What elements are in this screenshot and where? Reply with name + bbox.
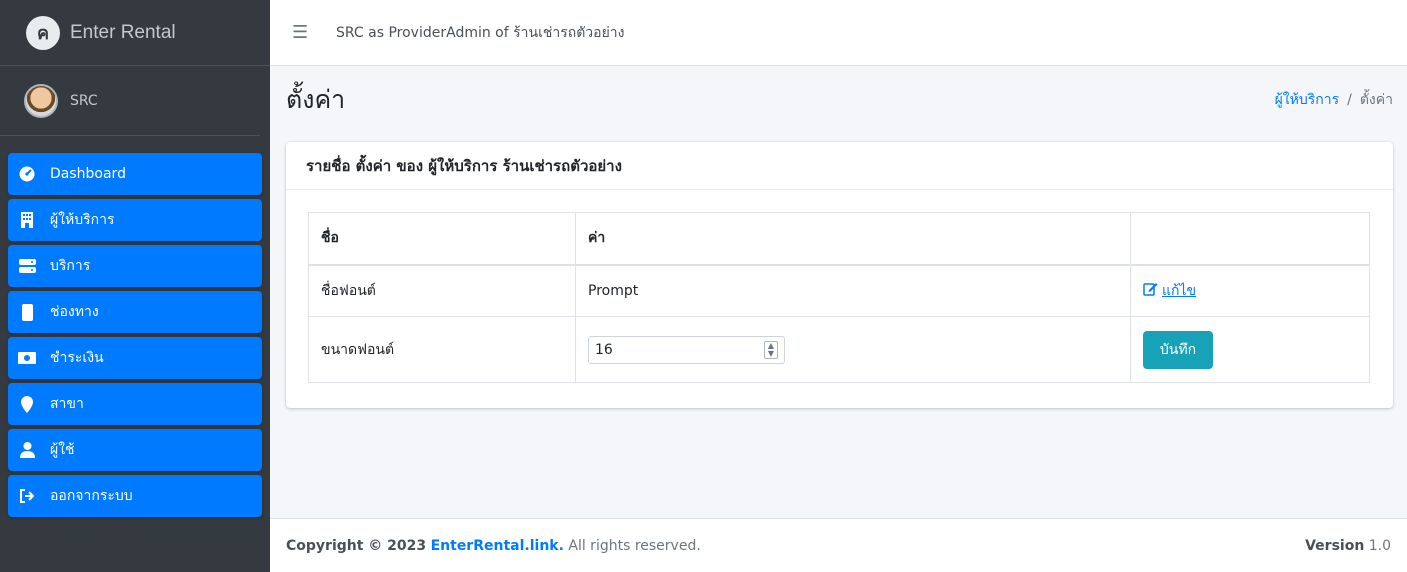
font-size-input[interactable]: 16 ▲ ▼ <box>588 335 785 364</box>
server-icon <box>18 257 36 275</box>
footer-version: Version 1.0 <box>1305 538 1391 554</box>
setting-value-cell: 16 ▲ ▼ <box>575 316 1131 383</box>
breadcrumb-current: ตั้งค่า <box>1359 92 1393 108</box>
sidebar-nav: Dashboard ผู้ให้บริการ บริการ ช่องทาง ชำ… <box>0 136 270 517</box>
table-header-row: ชื่อ ค่า <box>308 212 1370 266</box>
footer-site-link[interactable]: EnterRental.link. <box>431 538 564 554</box>
sidebar-item-providers[interactable]: ผู้ให้บริการ <box>8 199 262 241</box>
mobile-icon <box>18 303 36 321</box>
top-navbar: ☰ SRC as ProviderAdmin of ร้านเช่ารถตัวอ… <box>270 0 1407 66</box>
sidebar-item-services[interactable]: บริการ <box>8 245 262 287</box>
brand[interactable]: ค Enter Rental <box>0 0 270 66</box>
setting-action: บันทึก <box>1130 316 1370 383</box>
brand-name: Enter Rental <box>70 21 176 43</box>
font-size-input-value: 16 <box>595 341 613 358</box>
money-icon <box>18 349 36 367</box>
breadcrumb-separator: / <box>1347 92 1352 108</box>
table-row: ชื่อฟอนต์ Prompt แก้ไข <box>308 264 1370 317</box>
setting-value: Prompt <box>575 264 1131 317</box>
version-label: Version <box>1305 537 1365 554</box>
column-header-action <box>1130 212 1370 266</box>
setting-name: ชื่อฟอนต์ <box>308 264 576 317</box>
footer-copyright: Copyright © 2023 EnterRental.link. All r… <box>286 538 701 554</box>
breadcrumb-link-providers[interactable]: ผู้ให้บริการ <box>1275 92 1340 108</box>
edit-link[interactable]: แก้ไข <box>1143 280 1357 302</box>
edit-icon <box>1143 281 1158 300</box>
logout-icon <box>18 487 36 505</box>
sidebar-item-label: ช่องทาง <box>50 304 99 320</box>
sidebar-item-label: ชำระเงิน <box>50 350 104 366</box>
sidebar-item-branches[interactable]: สาขา <box>8 383 262 425</box>
card-title: รายชื่อ ตั้งค่า ของ ผู้ให้บริการ ร้านเช่… <box>286 142 1393 190</box>
map-marker-icon <box>18 395 36 413</box>
sidebar-item-users[interactable]: ผู้ใช้ <box>8 429 262 471</box>
hamburger-menu-icon[interactable]: ☰ <box>292 22 310 43</box>
card-body: ชื่อ ค่า ชื่อฟอนต์ Prompt แก้ไข ขนาดฟอนต… <box>286 190 1393 383</box>
footer: Copyright © 2023 EnterRental.link. All r… <box>270 518 1407 572</box>
avatar <box>24 83 58 118</box>
settings-table: ชื่อ ค่า ชื่อฟอนต์ Prompt แก้ไข ขนาดฟอนต… <box>308 212 1370 383</box>
column-header-name: ชื่อ <box>308 212 576 266</box>
user-name: SRC <box>70 92 98 109</box>
setting-action: แก้ไข <box>1130 264 1370 317</box>
sidebar-item-label: ผู้ให้บริการ <box>50 212 115 228</box>
copyright-suffix: All rights reserved. <box>568 537 701 554</box>
dashboard-icon <box>18 165 36 183</box>
sidebar: ค Enter Rental SRC Dashboard ผู้ให้บริกา… <box>0 0 270 572</box>
sidebar-item-dashboard[interactable]: Dashboard <box>8 153 262 195</box>
user-panel[interactable]: SRC <box>0 66 260 136</box>
sidebar-item-label: ออกจากระบบ <box>50 488 133 504</box>
user-icon <box>18 441 36 459</box>
save-button[interactable]: บันทึก <box>1143 330 1213 369</box>
sidebar-item-label: บริการ <box>50 258 91 274</box>
brand-logo: ค <box>26 15 60 50</box>
breadcrumb: ผู้ให้บริการ / ตั้งค่า <box>1275 89 1393 111</box>
brand-logo-letter: ค <box>36 23 50 44</box>
table-row: ขนาดฟอนต์ 16 ▲ ▼ บันทึก <box>308 316 1370 383</box>
copyright-prefix: Copyright © 2023 <box>286 537 427 554</box>
sidebar-item-payment[interactable]: ชำระเงิน <box>8 337 262 379</box>
sidebar-item-label: Dashboard <box>50 166 126 182</box>
column-header-value: ค่า <box>575 212 1131 266</box>
sidebar-item-label: สาขา <box>50 396 84 412</box>
setting-name: ขนาดฟอนต์ <box>308 316 576 383</box>
page-title: ตั้งค่า <box>286 85 346 114</box>
edit-link-label: แก้ไข <box>1162 282 1197 299</box>
sidebar-item-logout[interactable]: ออกจากระบบ <box>8 475 262 517</box>
header-title: SRC as ProviderAdmin of ร้านเช่ารถตัวอย่… <box>336 24 625 41</box>
version-value: 1.0 <box>1368 537 1391 554</box>
settings-card: รายชื่อ ตั้งค่า ของ ผู้ให้บริการ ร้านเช่… <box>286 142 1393 408</box>
content-header: ตั้งค่า ผู้ให้บริการ / ตั้งค่า <box>286 80 1393 120</box>
number-spinner-icon[interactable]: ▲ ▼ <box>764 340 778 359</box>
sidebar-item-channels[interactable]: ช่องทาง <box>8 291 262 333</box>
building-icon <box>18 211 36 229</box>
sidebar-item-label: ผู้ใช้ <box>50 442 75 458</box>
